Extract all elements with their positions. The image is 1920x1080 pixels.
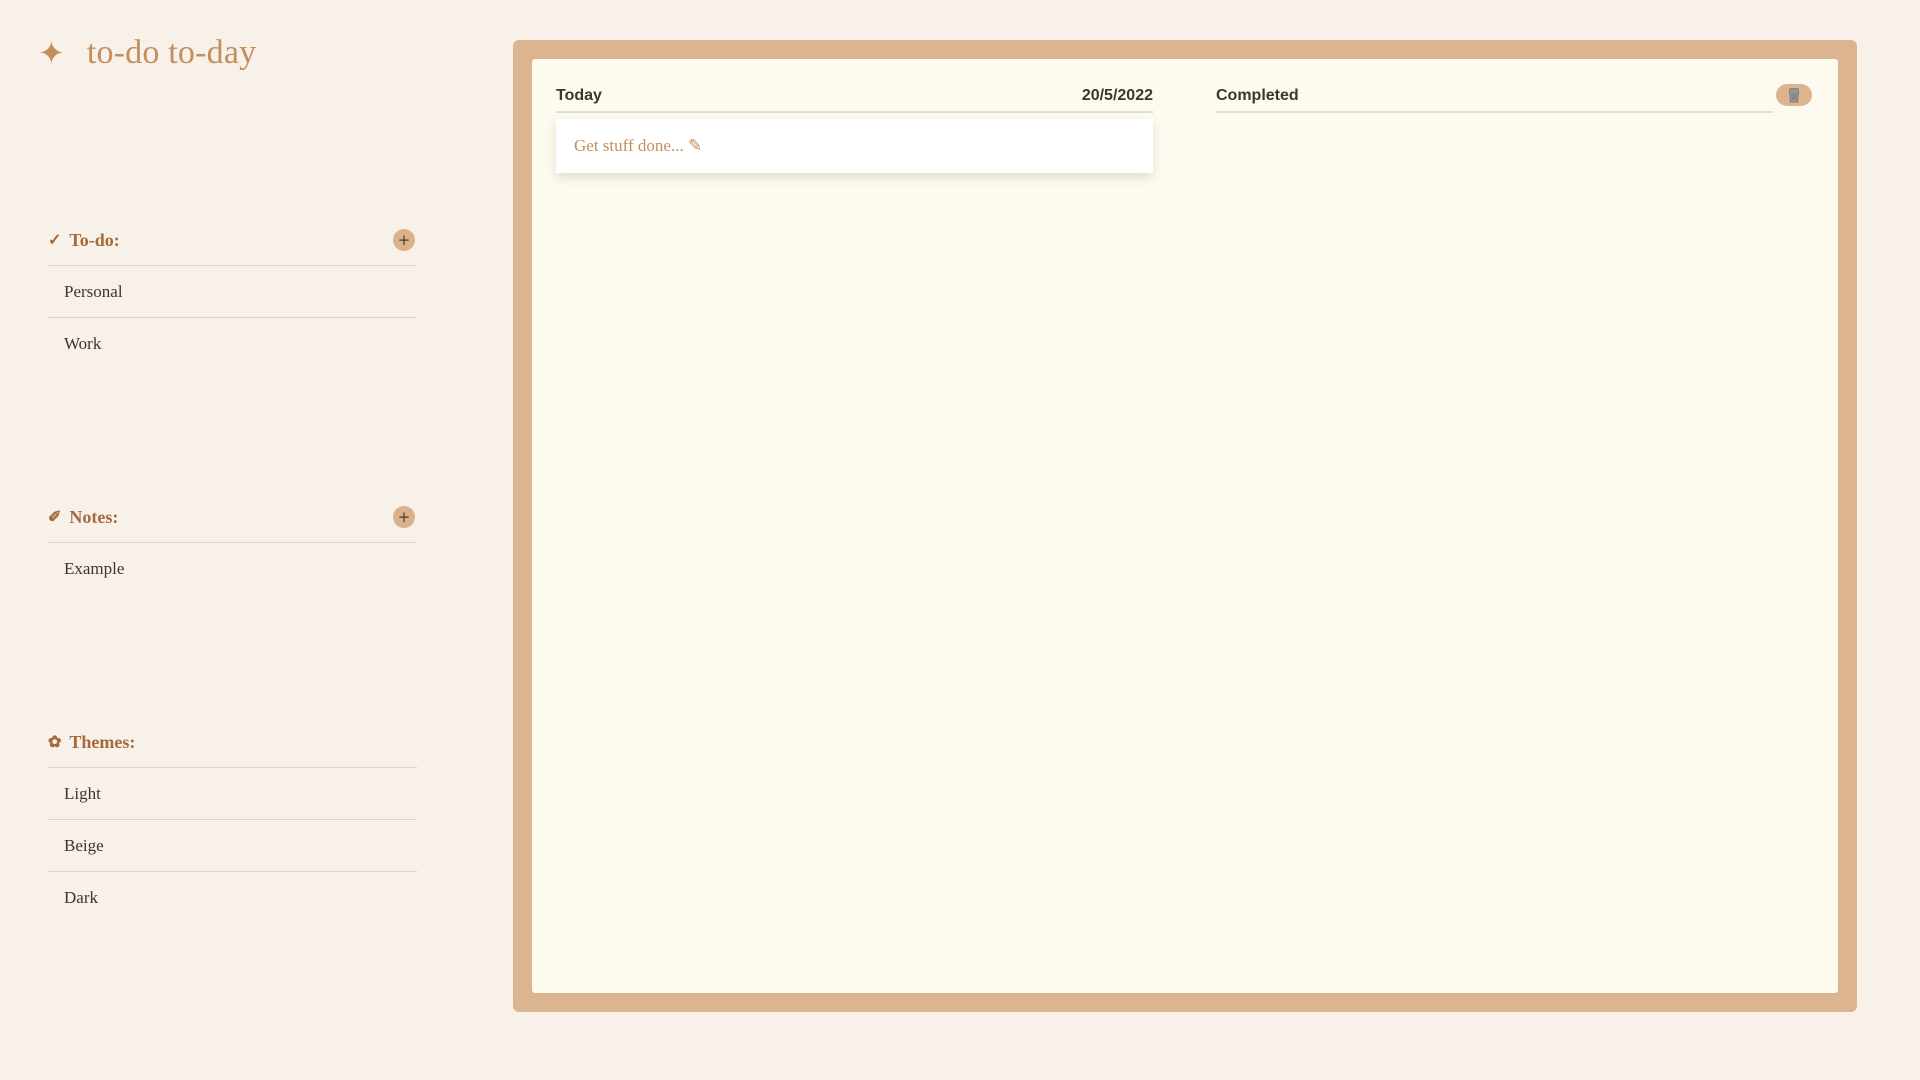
sparkle-icon: ✦ [38,35,65,71]
notes-section-header: ✐ Notes: + [48,492,417,543]
todo-section: ✓ To-do: + Personal Work [48,215,417,369]
todo-section-header: ✓ To-do: + [48,215,417,266]
pencil-icon: ✐ [48,509,62,526]
notes-section-title: ✐ Notes: [48,507,118,528]
sidebar-item-example[interactable]: Example [48,543,417,594]
sidebar-item-personal[interactable]: Personal [48,266,417,318]
today-title: Today [556,87,602,104]
today-date: 20/5/2022 [1081,87,1153,104]
trash-icon [1789,88,1799,103]
themes-section-header: ✿ Themes: [48,717,417,768]
app: ✦ to-do to-day ✓ To-do: + Personal Work … [0,0,1920,1080]
task-board: Today 20/5/2022 Completed [532,59,1838,993]
completed-column-header: Completed [1216,81,1773,113]
app-title: to-do to-day [86,34,257,71]
add-todo-list-button[interactable]: + [393,229,415,251]
theme-option-light[interactable]: Light [48,768,417,820]
checkmark-icon: ✓ [48,232,62,249]
themes-section-title: ✿ Themes: [48,732,135,753]
brand: ✦ to-do to-day [38,34,256,72]
notes-section: ✐ Notes: + Example [48,492,417,594]
themes-section: ✿ Themes: Light Beige Dark [48,717,417,923]
add-note-button[interactable]: + [393,506,415,528]
today-column-header: Today 20/5/2022 [556,81,1153,113]
new-task-card [556,119,1153,173]
todo-title-label: To-do: [69,229,120,250]
new-task-input[interactable] [572,135,1136,157]
sidebar-item-work[interactable]: Work [48,318,417,369]
themes-title-label: Themes: [69,731,136,752]
todo-section-title: ✓ To-do: [48,230,120,251]
clear-completed-button[interactable] [1776,84,1812,106]
notes-title-label: Notes: [69,506,119,527]
flower-icon: ✿ [48,734,62,751]
theme-option-beige[interactable]: Beige [48,820,417,872]
theme-option-dark[interactable]: Dark [48,872,417,923]
completed-title: Completed [1216,87,1299,104]
sidebar: ✦ to-do to-day ✓ To-do: + Personal Work … [0,0,470,1080]
board-frame: Today 20/5/2022 Completed [513,40,1857,1012]
